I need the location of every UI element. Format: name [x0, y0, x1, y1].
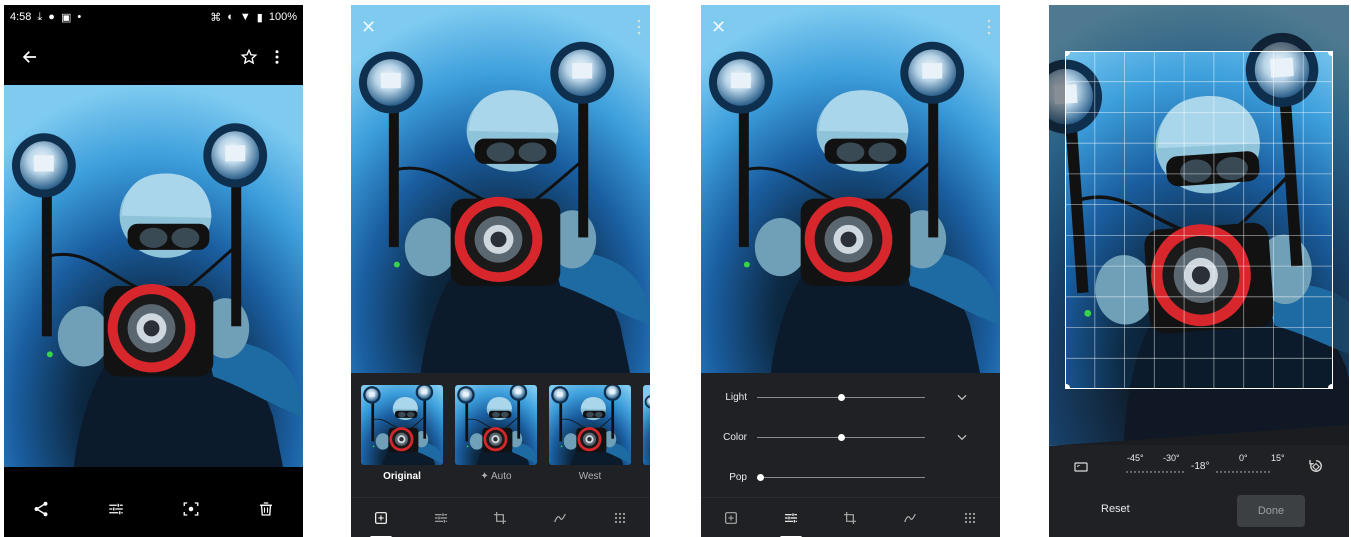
image-icon: ▣	[60, 11, 72, 24]
delete-icon[interactable]	[252, 495, 280, 523]
status-time: 4:58	[10, 11, 32, 23]
crop-rotate-icon[interactable]	[835, 503, 865, 533]
arrow-left-icon[interactable]	[16, 43, 44, 71]
crop-dim-right	[1333, 51, 1349, 389]
share-icon[interactable]	[27, 495, 55, 523]
filter-label: ✦ Auto	[480, 471, 512, 482]
aspect-ratio-icon[interactable]	[1073, 459, 1089, 475]
slider-label: Color	[723, 431, 747, 443]
more-vert-icon[interactable]	[636, 19, 642, 35]
rotation-dial[interactable]: -45° -30° -18° 0° 15°	[1049, 445, 1349, 489]
filter-original[interactable]: Original	[361, 385, 443, 495]
more-tools-icon[interactable]	[605, 503, 635, 533]
angle-tick-label: -30°	[1163, 453, 1180, 463]
location-icon: ●	[48, 11, 55, 23]
lens-icon[interactable]	[177, 495, 205, 523]
markup-icon[interactable]	[895, 503, 925, 533]
editor-tabs	[701, 497, 1000, 537]
wifi-icon: ▼	[239, 11, 251, 23]
filter-thumbnail	[361, 385, 443, 465]
more-vert-icon[interactable]	[986, 19, 992, 35]
slider-track[interactable]	[757, 433, 925, 441]
slider-track[interactable]	[757, 473, 925, 481]
slider-knob[interactable]	[757, 473, 764, 481]
adjust-panel: Light Color Pop	[701, 373, 1000, 497]
slider-label: Light	[725, 391, 747, 403]
rotation-ticks	[1126, 471, 1270, 473]
suggestions-icon[interactable]	[366, 503, 396, 537]
editor-adjust-screen: ✕ Light Color Pop	[701, 5, 1000, 537]
adjust-icon[interactable]	[426, 503, 456, 533]
crop-grid[interactable]	[1065, 51, 1333, 389]
done-button[interactable]: Done	[1237, 495, 1305, 527]
slider-light: Light	[701, 385, 1000, 409]
photo[interactable]	[4, 85, 303, 467]
edit-icon[interactable]	[102, 495, 130, 523]
close-icon[interactable]: ✕	[361, 17, 376, 38]
more-vert-icon[interactable]	[263, 43, 291, 71]
suggestions-icon[interactable]	[716, 503, 746, 533]
slider-label: Pop	[729, 471, 747, 483]
slider-knob[interactable]	[837, 433, 845, 441]
chevron-down-icon[interactable]	[955, 430, 969, 444]
filter-west[interactable]: West	[549, 385, 631, 495]
crop-dim-left	[1049, 51, 1065, 389]
crop-dim-bottom	[1049, 389, 1349, 445]
adjust-icon[interactable]	[776, 503, 806, 537]
markup-icon[interactable]	[545, 503, 575, 533]
filter-auto[interactable]: ✦ Auto	[455, 385, 537, 495]
crop-actions: Reset Done	[1049, 489, 1349, 537]
angle-tick-label: -45°	[1127, 453, 1144, 463]
angle-tick-label: 15°	[1271, 453, 1285, 463]
status-bar: 4:58 ⤓ ● ▣ • ⌘ ◐ ▼ ▮ 100%	[4, 5, 303, 29]
filter-strip: Original ✦ Auto West	[361, 385, 650, 495]
cast-icon: ⌘	[210, 11, 222, 24]
photo-preview	[701, 5, 1000, 373]
slider-knob[interactable]	[837, 393, 845, 401]
battery-icon: ▮	[256, 11, 263, 24]
filter-thumbnail	[549, 385, 631, 465]
rotate-icon[interactable]	[1307, 457, 1325, 475]
crop-rotate-screen: -45° -30° -18° 0° 15° Reset Done	[1049, 5, 1349, 537]
download-icon: ⤓	[37, 10, 43, 23]
filter-thumbnail	[643, 385, 650, 465]
filter-label: Original	[383, 471, 421, 482]
crop-dim-top	[1049, 5, 1349, 51]
sparkle-icon: ✦	[480, 471, 492, 482]
chevron-down-icon[interactable]	[955, 390, 969, 404]
crop-rotate-icon[interactable]	[485, 503, 515, 533]
reset-button[interactable]: Reset	[1101, 503, 1130, 515]
data-saver-icon: ◐	[227, 11, 234, 23]
filter-next[interactable]	[643, 385, 650, 495]
close-icon[interactable]: ✕	[711, 17, 726, 38]
slider-pop: Pop	[701, 465, 1000, 489]
photo-preview	[351, 5, 650, 373]
viewer-toolbar	[4, 29, 303, 85]
more-tools-icon[interactable]	[955, 503, 985, 533]
slider-color: Color	[701, 425, 1000, 449]
star-icon[interactable]	[235, 43, 263, 71]
filter-thumbnail	[455, 385, 537, 465]
battery-percent: 100%	[268, 11, 297, 23]
filter-label: West	[578, 471, 602, 482]
viewer-actions	[4, 481, 303, 537]
notification-icon: •	[77, 11, 82, 23]
editor-suggestions-screen: ✕ Original ✦ Auto West	[351, 5, 650, 537]
photo-viewer-screen: 4:58 ⤓ ● ▣ • ⌘ ◐ ▼ ▮ 100%	[4, 5, 303, 537]
angle-tick-label: 0°	[1239, 453, 1248, 463]
editor-tabs	[351, 497, 650, 537]
suggestions-panel: Original ✦ Auto West	[351, 373, 650, 497]
slider-track[interactable]	[757, 393, 925, 401]
